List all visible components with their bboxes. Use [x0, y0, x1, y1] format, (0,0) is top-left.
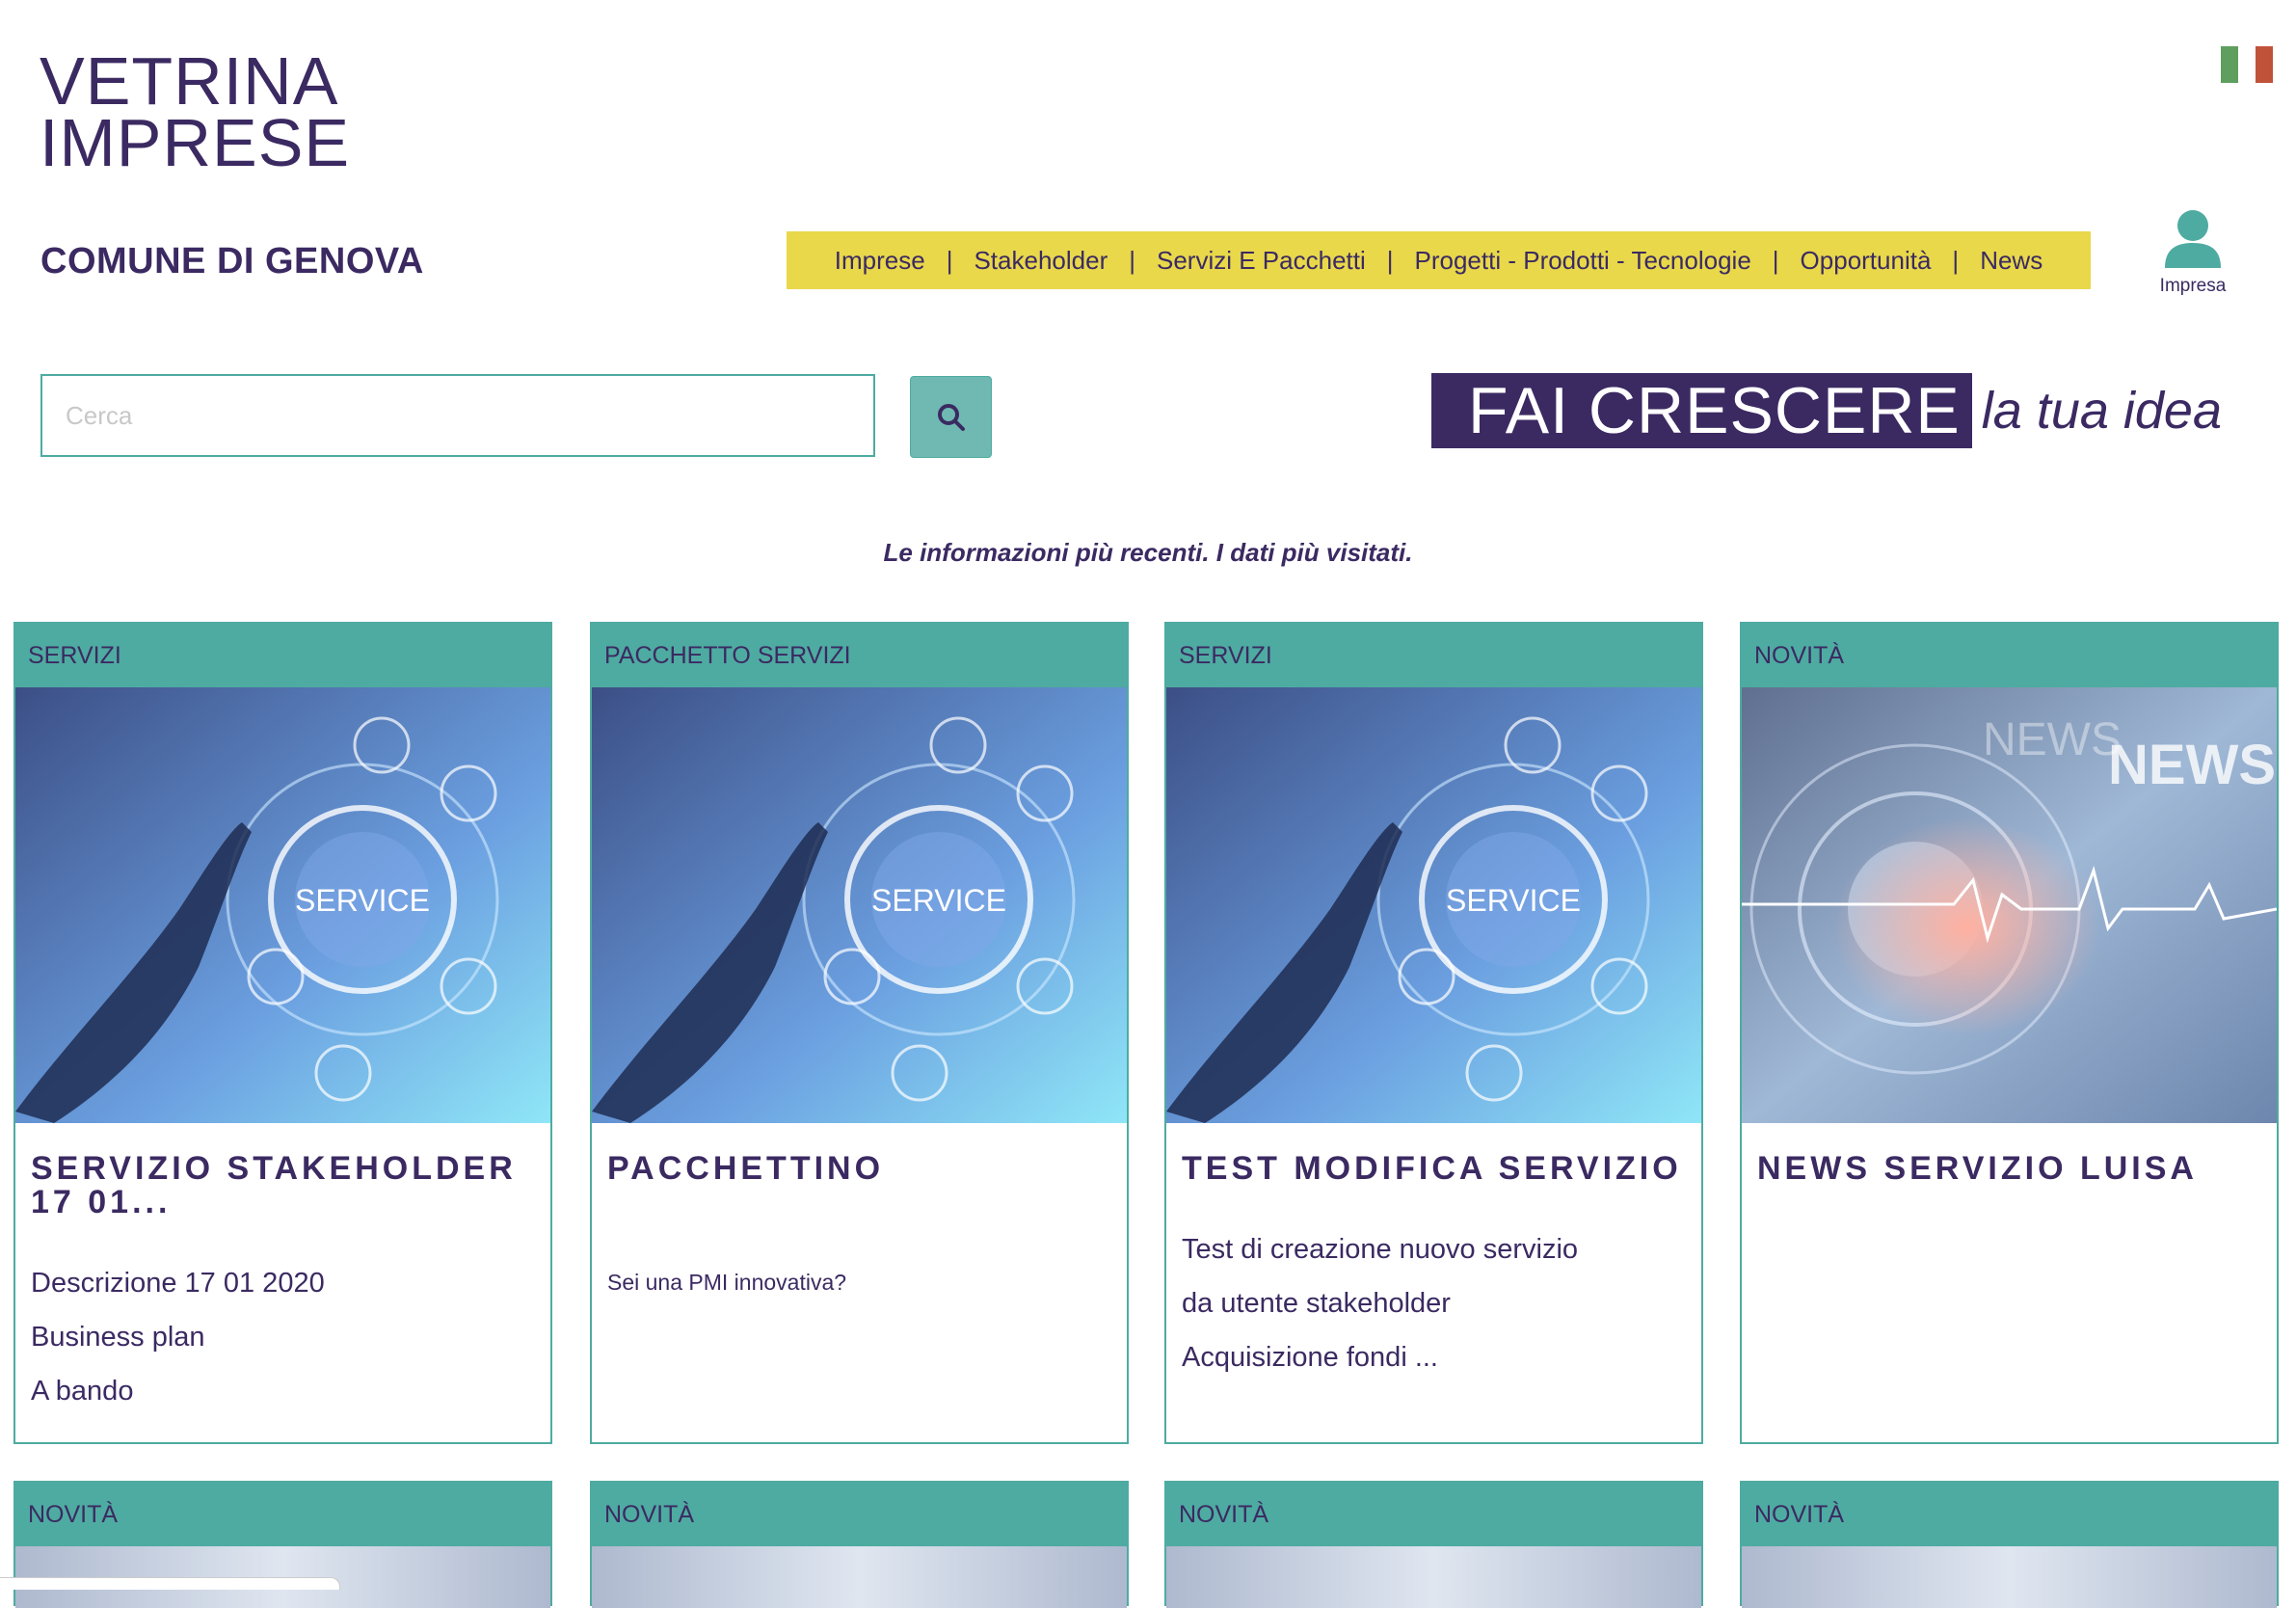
nav-separator: | [1129, 245, 1135, 275]
logo-line2: IMPRESE [40, 105, 351, 180]
svg-text:NEWS: NEWS [2108, 734, 2276, 796]
svg-text:SERVICE: SERVICE [295, 883, 430, 918]
card-category: NOVITÀ [1742, 1483, 2277, 1546]
card-category: NOVITÀ [1742, 624, 2277, 687]
content-card[interactable]: NOVITÀ [1164, 1481, 1703, 1608]
search-input[interactable] [40, 374, 875, 457]
nav-item-servizi[interactable]: Servizi E Pacchetti [1135, 246, 1387, 276]
svg-text:SERVICE: SERVICE [871, 883, 1006, 918]
logo-line1: VETRINA [40, 43, 339, 119]
service-image[interactable]: SERVICE [1166, 687, 1701, 1123]
news-image[interactable] [592, 1546, 1127, 1608]
card-category: NOVITÀ [592, 1483, 1127, 1546]
content-card[interactable]: NOVITÀ NEWS NEWS NEWS SERVIZIO LUISA [1740, 622, 2279, 1444]
content-card[interactable]: NOVITÀ [1740, 1481, 2279, 1608]
service-image[interactable]: SERVICE [15, 687, 550, 1123]
user-label: Impresa [2159, 276, 2227, 296]
content-card[interactable]: NOVITÀ [590, 1481, 1129, 1608]
section-tagline: Le informazioni più recenti. I dati più … [883, 538, 1413, 567]
card-line: Business plan [31, 1322, 205, 1353]
nav-item-stakeholder[interactable]: Stakeholder [952, 246, 1129, 276]
svg-text:NEWS: NEWS [1983, 714, 2122, 765]
card-line: Test di creazione nuovo servizio [1182, 1234, 1579, 1265]
city-name: COMUNE DI GENOVA [40, 241, 424, 281]
slogan-banner: FAI CRESCERE la tua idea [1431, 373, 2222, 448]
news-image[interactable] [1742, 1546, 2277, 1608]
card-line: da utente stakeholder [1182, 1288, 1451, 1319]
content-card[interactable]: PACCHETTO SERVIZI SERVICE PACCHETTINO Se… [590, 622, 1129, 1444]
search-button[interactable] [910, 376, 992, 458]
card-title[interactable]: TEST MODIFICA SERVIZIO [1182, 1152, 1686, 1186]
bottom-overlay-tab [0, 1577, 340, 1590]
card-category: NOVITÀ [15, 1483, 550, 1546]
nav-item-progetti[interactable]: Progetti - Prodotti - Tecnologie [1394, 246, 1773, 276]
card-category: PACCHETTO SERVIZI [592, 624, 1127, 687]
card-title[interactable]: SERVIZIO STAKEHOLDER 17 01... [31, 1152, 535, 1219]
nav-item-news[interactable]: News [1959, 246, 2064, 276]
card-line: Sei una PMI innovativa? [607, 1270, 847, 1295]
card-category: SERVIZI [15, 624, 550, 687]
slogan-tail: la tua idea [1981, 382, 2222, 440]
italian-flag-icon[interactable] [2221, 46, 2273, 83]
card-title[interactable]: PACCHETTINO [607, 1152, 1111, 1186]
user-login[interactable]: Impresa [2149, 206, 2236, 297]
content-card[interactable]: SERVIZI SERVICE TEST MODIFICA SERVIZIO T… [1164, 622, 1703, 1444]
nav-separator: | [1772, 245, 1779, 275]
nav-item-imprese[interactable]: Imprese [814, 246, 947, 276]
service-image[interactable]: SERVICE [592, 687, 1127, 1123]
user-icon[interactable] [2161, 206, 2225, 270]
card-category: NOVITÀ [1166, 1483, 1701, 1546]
card-line: Descrizione 17 01 2020 [31, 1268, 325, 1299]
main-nav: Imprese | Stakeholder | Servizi E Pacche… [787, 231, 2091, 289]
nav-item-opportunita[interactable]: Opportunità [1779, 246, 1953, 276]
news-image[interactable] [1166, 1546, 1701, 1608]
card-category: SERVIZI [1166, 624, 1701, 687]
svg-text:SERVICE: SERVICE [1446, 883, 1581, 918]
card-line: Acquisizione fondi ... [1182, 1342, 1438, 1373]
search-icon [937, 403, 965, 431]
site-logo[interactable]: VETRINA IMPRESE [40, 43, 351, 180]
content-card[interactable]: SERVIZI SERVICE SERVIZIO STAKEHOLDER 17 … [13, 622, 552, 1444]
card-title[interactable]: NEWS SERVIZIO LUISA [1757, 1152, 2261, 1186]
news-image[interactable]: NEWS NEWS [1742, 687, 2277, 1123]
nav-separator: | [1386, 245, 1394, 275]
card-line: A bando [31, 1376, 134, 1407]
nav-separator: | [946, 245, 953, 275]
nav-separator: | [1952, 245, 1960, 275]
slogan-highlight: FAI CRESCERE [1431, 373, 1972, 448]
